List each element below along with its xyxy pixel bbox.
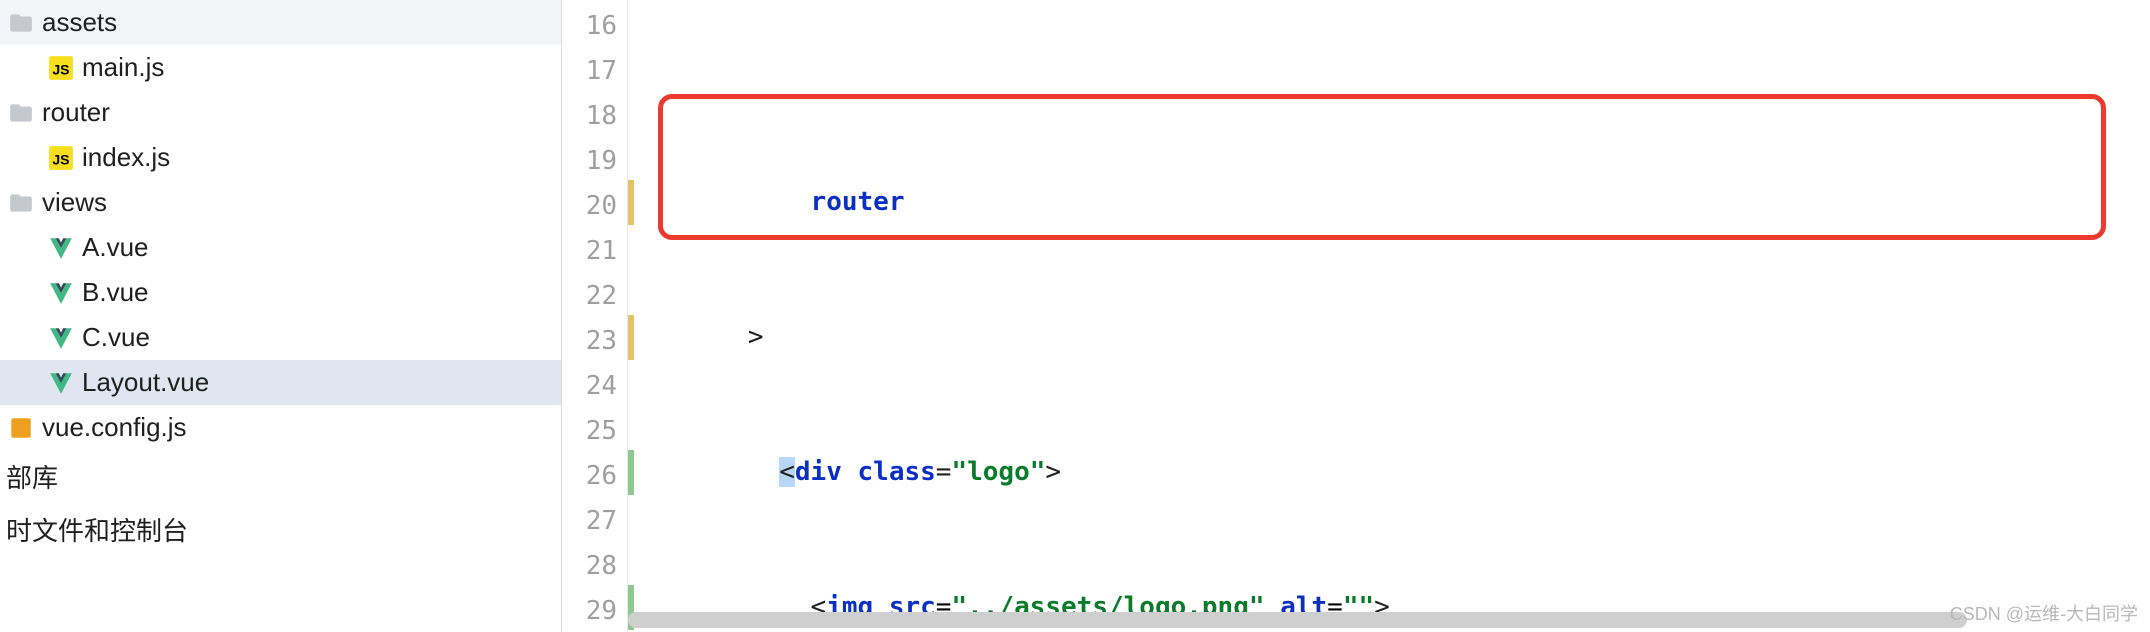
watermark: CSDN @运维-大白同学 bbox=[1950, 600, 2138, 626]
vue-icon bbox=[48, 280, 74, 306]
tree-item-a-vue[interactable]: A.vue bbox=[0, 225, 561, 270]
token-router: router bbox=[811, 187, 905, 217]
line-number: 22 bbox=[562, 274, 627, 319]
code-area[interactable]: router > <div class="logo"> <img src="..… bbox=[628, 0, 2150, 632]
line-number: 27 bbox=[562, 499, 627, 544]
line-number: 19 bbox=[562, 139, 627, 184]
token-bracket: > bbox=[748, 322, 764, 352]
token-open: < bbox=[779, 457, 795, 487]
panel-console[interactable]: 时文件和控制台 bbox=[0, 503, 561, 556]
folder-icon bbox=[8, 190, 34, 216]
vue-icon bbox=[48, 235, 74, 261]
line-number: 23 bbox=[562, 319, 627, 364]
svg-text:JS: JS bbox=[52, 151, 69, 167]
line-number: 28 bbox=[562, 544, 627, 589]
tree-item-b-vue[interactable]: B.vue bbox=[0, 270, 561, 315]
line-number: 24 bbox=[562, 364, 627, 409]
line-number: 17 bbox=[562, 49, 627, 94]
token-eq: = bbox=[936, 457, 952, 487]
tree-item-index-js[interactable]: JS index.js bbox=[0, 135, 561, 180]
line-number: 25 bbox=[562, 409, 627, 454]
ide-root: assets JS main.js router JS index.js vie… bbox=[0, 0, 2150, 632]
tree-item-label: A.vue bbox=[82, 232, 149, 263]
token-attr: class bbox=[858, 457, 936, 487]
token-close: > bbox=[1045, 457, 1061, 487]
code-line[interactable]: router bbox=[628, 180, 2150, 225]
tree-item-label: vue.config.js bbox=[42, 412, 187, 443]
code-line[interactable]: <div class="logo"> bbox=[628, 450, 2150, 495]
tree-item-assets[interactable]: assets bbox=[0, 0, 561, 45]
folder-icon bbox=[8, 10, 34, 36]
tree-item-main-js[interactable]: JS main.js bbox=[0, 45, 561, 90]
line-number: 16 bbox=[562, 4, 627, 49]
horizontal-scrollbar[interactable] bbox=[628, 612, 2150, 628]
tree-item-views[interactable]: views bbox=[0, 180, 561, 225]
token-tag: div bbox=[795, 457, 842, 487]
panel-library[interactable]: 部库 bbox=[0, 450, 561, 503]
line-number: 20 bbox=[562, 184, 627, 229]
project-tree[interactable]: assets JS main.js router JS index.js vie… bbox=[0, 0, 562, 632]
code-editor[interactable]: 16 17 18 19 20 21 22 23 24 25 26 27 28 2… bbox=[562, 0, 2150, 632]
tree-item-label: views bbox=[42, 187, 107, 218]
line-number: 29 bbox=[562, 589, 627, 632]
code-line[interactable]: > bbox=[628, 315, 2150, 360]
svg-text:JS: JS bbox=[52, 61, 69, 77]
tree-item-label: C.vue bbox=[82, 322, 150, 353]
tree-item-label: assets bbox=[42, 7, 117, 38]
scrollbar-thumb[interactable] bbox=[628, 612, 1967, 628]
vue-icon bbox=[48, 325, 74, 351]
line-number: 26 bbox=[562, 454, 627, 499]
js-icon: JS bbox=[48, 145, 74, 171]
token-str: "logo" bbox=[951, 457, 1045, 487]
tree-item-c-vue[interactable]: C.vue bbox=[0, 315, 561, 360]
tree-item-vue-config[interactable]: vue.config.js bbox=[0, 405, 561, 450]
tree-item-label: index.js bbox=[82, 142, 170, 173]
vue-icon bbox=[48, 370, 74, 396]
config-icon bbox=[8, 415, 34, 441]
tree-item-layout-vue[interactable]: Layout.vue bbox=[0, 360, 561, 405]
tree-item-router[interactable]: router bbox=[0, 90, 561, 135]
line-gutter: 16 17 18 19 20 21 22 23 24 25 26 27 28 2… bbox=[562, 0, 628, 632]
tree-item-label: router bbox=[42, 97, 110, 128]
js-icon: JS bbox=[48, 55, 74, 81]
tree-item-label: B.vue bbox=[82, 277, 149, 308]
line-number: 18 bbox=[562, 94, 627, 139]
tree-item-label: Layout.vue bbox=[82, 367, 209, 398]
line-number: 21 bbox=[562, 229, 627, 274]
folder-icon bbox=[8, 100, 34, 126]
tree-item-label: main.js bbox=[82, 52, 164, 83]
